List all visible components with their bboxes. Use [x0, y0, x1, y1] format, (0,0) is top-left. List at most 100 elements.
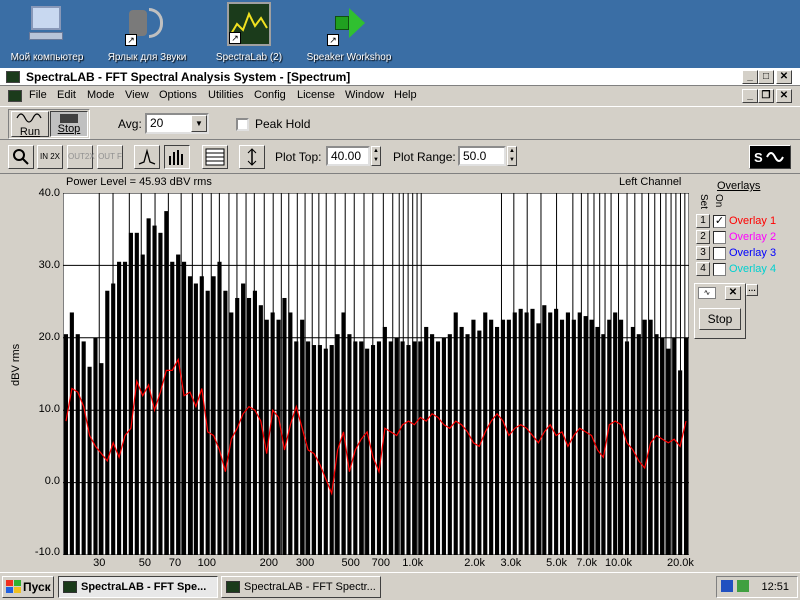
spectrum-bar — [388, 341, 393, 555]
spectrum-plot[interactable] — [63, 193, 689, 555]
magnifier-button[interactable] — [8, 145, 34, 169]
signal-generator-button[interactable]: S — [749, 145, 791, 169]
network-icon[interactable] — [721, 580, 733, 592]
desktop-icon-label: Мой компьютер — [10, 52, 84, 63]
desktop-icon-speaker-workshop[interactable]: ↗ Speaker Workshop — [304, 2, 394, 68]
menu-config[interactable]: Config — [254, 89, 286, 101]
zoom-out-full-button[interactable]: OUT F — [97, 145, 123, 169]
app-icon[interactable] — [6, 71, 20, 83]
acquisition-toolbar: Run Stop Avg: 20 ▼ Peak Hold — [0, 106, 800, 140]
zoom-in-2x-button[interactable]: IN 2X — [37, 145, 63, 169]
spectrum-bar — [329, 345, 334, 555]
document-icon[interactable] — [8, 90, 22, 102]
spectrum-bar — [235, 297, 240, 555]
desktop-icon-sounds[interactable]: ↗ Ярлык для Звуки — [102, 2, 192, 68]
volume-icon[interactable] — [737, 580, 749, 592]
overlays-title: Overlays — [717, 180, 761, 192]
spectrum-bar — [619, 319, 624, 555]
menu-window[interactable]: Window — [345, 89, 384, 101]
line-mode-icon — [138, 148, 156, 165]
menu-mode[interactable]: Mode — [87, 89, 115, 101]
spectrum-bar — [489, 319, 494, 555]
overlay-set-button[interactable]: 4 — [696, 262, 710, 276]
taskbar-task-active[interactable]: SpectraLAB - FFT Spe... — [58, 576, 218, 598]
desktop-icon-label: Ярлык для Звуки — [107, 52, 187, 63]
start-button[interactable]: Пуск — [2, 576, 54, 598]
menu-edit[interactable]: Edit — [57, 89, 76, 101]
run-button[interactable]: Run — [11, 111, 49, 138]
spectrum-bar — [111, 283, 116, 555]
chevron-down-icon[interactable]: ▼ — [191, 115, 207, 132]
spectrum-bar — [158, 232, 163, 555]
menu-help[interactable]: Help — [394, 89, 417, 101]
shortcut-arrow-icon: ↗ — [327, 34, 339, 46]
menu-file[interactable]: File — [29, 89, 47, 101]
spectrum-bar — [176, 254, 181, 555]
menu-options[interactable]: Options — [159, 89, 197, 101]
plot-top-spinner[interactable]: ▲ ▼ — [371, 146, 381, 166]
spectrum-bar — [577, 312, 582, 555]
overlay-on-checkbox[interactable] — [713, 231, 726, 244]
table-button[interactable] — [202, 145, 228, 169]
mini-stop-button[interactable]: Stop — [699, 308, 741, 330]
plot-range-input[interactable]: 50.0 — [458, 146, 506, 166]
overlay-on-checkbox[interactable]: ✓ — [713, 215, 726, 228]
speaker-icon: ↗ — [125, 2, 169, 46]
menu-view[interactable]: View — [125, 89, 149, 101]
line-mode-button[interactable] — [134, 145, 160, 169]
spectrum-bar — [565, 312, 571, 555]
plot-top-input[interactable]: 40.00 — [326, 146, 370, 166]
x-tick-label: 500 — [341, 557, 360, 569]
spectrum-bar — [164, 211, 169, 555]
spectrum-bar — [323, 348, 328, 555]
overlay-label: Overlay 1 — [729, 215, 777, 227]
spectrum-bar — [300, 319, 305, 555]
spectrum-bar — [654, 334, 659, 555]
overlay-set-button[interactable]: 2 — [696, 230, 710, 244]
title-bar[interactable]: SpectraLAB - FFT Spectral Analysis Syste… — [0, 68, 800, 86]
spectrum-bar — [613, 312, 618, 555]
mini-title-bar[interactable]: ∿ ✕ — [696, 285, 744, 301]
desktop-icon-my-computer[interactable]: Мой компьютер — [2, 2, 92, 68]
close-button[interactable]: ✕ — [776, 70, 792, 84]
taskbar-task[interactable]: SpectraLAB - FFT Spectr... — [221, 576, 381, 598]
spectrum-bar — [471, 319, 476, 555]
menu-license[interactable]: License — [297, 89, 335, 101]
bar-mode-button[interactable] — [164, 145, 190, 169]
my-computer-icon — [25, 2, 69, 46]
overlay-on-checkbox[interactable] — [713, 263, 726, 276]
spectrum-bar — [666, 348, 671, 555]
autoscale-button[interactable] — [239, 145, 265, 169]
zoom-in-2x-icon: IN 2X — [39, 152, 60, 161]
spectrum-bar — [99, 363, 104, 555]
spectrum-bar — [264, 319, 269, 555]
maximize-button[interactable]: □ — [758, 70, 774, 84]
menu-utilities[interactable]: Utilities — [208, 89, 243, 101]
mdi-close-button[interactable]: ✕ — [776, 89, 792, 103]
peak-hold-checkbox[interactable] — [236, 118, 249, 131]
overlay-set-button[interactable]: 3 — [696, 246, 710, 260]
avg-select[interactable]: 20 ▼ — [145, 113, 209, 134]
x-tick-label: 200 — [259, 557, 278, 569]
zoom-out-2x-button[interactable]: OUT2X — [67, 145, 95, 169]
overlay-set-button[interactable]: 1 — [696, 214, 710, 228]
spectrum-bar — [483, 312, 488, 555]
spectrum-bar — [282, 297, 287, 555]
channel-label: Left Channel — [619, 176, 682, 188]
mdi-minimize-button[interactable]: _ — [742, 89, 758, 103]
minimize-button[interactable]: _ — [742, 70, 758, 84]
spectrum-bar — [276, 319, 281, 555]
spectrum-bar — [447, 334, 452, 555]
more-button[interactable]: … — [746, 284, 758, 296]
stop-button[interactable]: Stop — [50, 111, 88, 137]
system-tray: 12:51 — [716, 576, 798, 598]
overlay-on-checkbox[interactable] — [713, 247, 726, 260]
task-label: SpectraLAB - FFT Spectr... — [244, 581, 376, 593]
spectrum-bar — [376, 341, 382, 555]
spectrum-bar — [199, 276, 204, 555]
mdi-restore-button[interactable]: ❐ — [758, 89, 774, 103]
desktop-icon-spectralab[interactable]: ↗ SpectraLab (2) — [204, 2, 294, 68]
plot-range-spinner[interactable]: ▲ ▼ — [507, 146, 517, 166]
mini-close-button[interactable]: ✕ — [725, 286, 741, 300]
spectrum-bar — [394, 337, 399, 555]
